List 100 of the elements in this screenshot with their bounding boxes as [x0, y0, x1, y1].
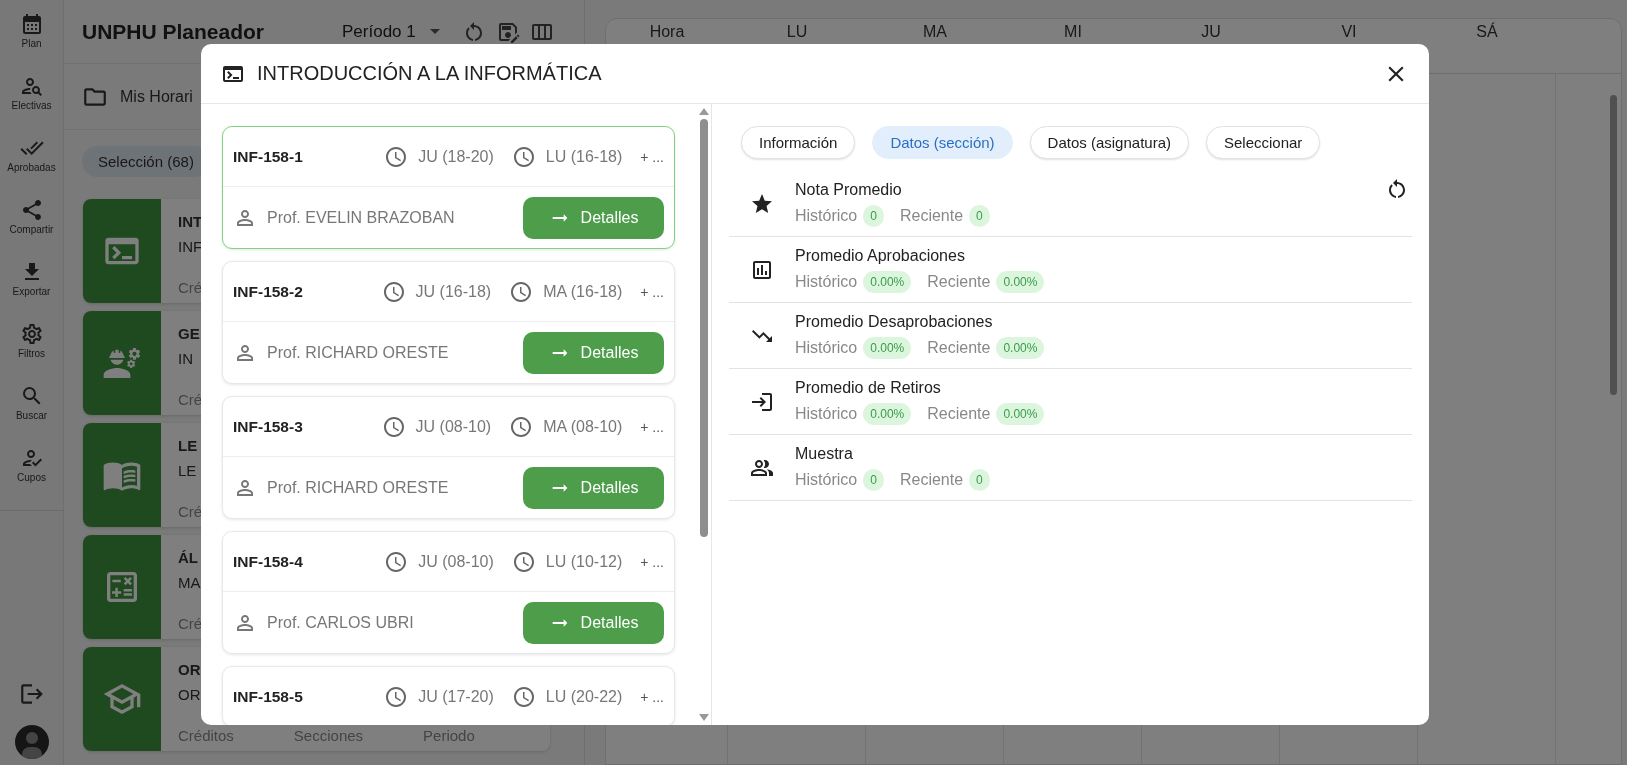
- clock-icon: [381, 414, 406, 439]
- course-meta: Cré: [178, 615, 203, 632]
- details-button[interactable]: Detalles: [523, 331, 664, 374]
- stat-label: Histórico: [795, 470, 858, 489]
- day-header: JU: [1201, 23, 1221, 41]
- clock-icon: [384, 144, 409, 169]
- course-code: MA: [178, 574, 201, 591]
- stat-badge: 0: [863, 204, 884, 227]
- folder-label[interactable]: Mis Horari: [120, 87, 193, 106]
- stat-badge: 0: [863, 468, 884, 491]
- schedule-time: LU (10-12): [545, 552, 623, 571]
- course-code: OR: [178, 686, 201, 703]
- day-header: SÁ: [1476, 23, 1498, 41]
- stat-label: Histórico: [795, 404, 858, 423]
- stat-badge: 0.00%: [996, 336, 1045, 359]
- section-code: INF-158-3: [233, 417, 304, 436]
- tab[interactable]: Información: [741, 126, 856, 159]
- section-card[interactable]: INF-158-5 JU (17-20) LU (20-22) + ...: [222, 666, 675, 725]
- clock-icon: [511, 144, 536, 169]
- section-card[interactable]: INF-158-1 JU (18-20) LU (16-18) + ... Prof. EVELIN BRAZOBAN Detalles: [222, 126, 675, 249]
- rail-item[interactable]: Plan: [0, 12, 64, 74]
- stat-badge: 0: [969, 468, 990, 491]
- schedule-time: LU (16-18): [545, 147, 623, 166]
- clock-icon: [381, 279, 406, 304]
- clock-icon: [384, 549, 409, 574]
- course-meta: Periodo: [423, 727, 475, 744]
- stat-badge: 0.00%: [863, 402, 912, 425]
- stat-label: Histórico: [795, 338, 858, 357]
- schedule-time: JU (17-20): [418, 687, 494, 706]
- section-card[interactable]: INF-158-2 JU (16-18) MA (16-18) + ... Prof. RICHARD ORESTE Detalles: [222, 261, 675, 384]
- stat-label: Reciente: [899, 206, 964, 225]
- rail-item[interactable]: Buscar: [0, 384, 64, 446]
- avatar[interactable]: [14, 725, 49, 759]
- settings-icon: [19, 322, 44, 346]
- stat-badge: 0.00%: [863, 336, 912, 359]
- day-header: MA: [923, 23, 947, 41]
- tab[interactable]: Datos (asignatura): [1029, 126, 1189, 159]
- section-card[interactable]: INF-158-4 JU (08-10) LU (10-12) + ... Prof. CARLOS UBRI Detalles: [222, 531, 675, 654]
- modal-title: INTRODUCCIÓN A LA INFORMÁTICA: [257, 62, 603, 85]
- stat-badge: 0: [969, 204, 990, 227]
- clock-icon: [511, 684, 536, 709]
- logout-icon[interactable]: [18, 681, 45, 707]
- stat-label: Reciente: [927, 404, 991, 423]
- more-text: + ...: [640, 283, 664, 300]
- professor-name: Prof. EVELIN BRAZOBAN: [267, 208, 456, 227]
- caret-icon: [429, 29, 440, 34]
- course-title: GE: [178, 325, 200, 342]
- rail-item[interactable]: Aprobadas: [0, 136, 64, 198]
- section-code: INF-158-4: [233, 552, 304, 571]
- course-meta: Secciones: [293, 727, 364, 744]
- day-header: LU: [786, 23, 808, 41]
- rail-item[interactable]: Filtros: [0, 322, 64, 384]
- clock-icon: [384, 684, 409, 709]
- course-meta: Cré: [178, 279, 203, 296]
- clock-icon: [509, 279, 534, 304]
- period-select[interactable]: Período 1: [342, 21, 440, 42]
- day-header: MI: [1064, 23, 1082, 41]
- stat-badge: 0.00%: [996, 270, 1045, 293]
- rail-item[interactable]: Compartir: [0, 198, 64, 260]
- more-text: + ...: [640, 418, 664, 435]
- schedule-time: MA (16-18): [543, 282, 623, 301]
- details-button[interactable]: Detalles: [523, 466, 664, 509]
- tab[interactable]: Seleccionar: [1206, 126, 1321, 159]
- course-meta: Créditos: [178, 727, 234, 744]
- schedule-time: LU (20-22): [545, 687, 623, 706]
- rail-item[interactable]: Electivas: [0, 74, 64, 136]
- rail-item[interactable]: Cupos: [0, 446, 64, 508]
- stat-title: Promedio de Retiros: [795, 378, 942, 397]
- stat-title: Promedio Desaprobaciones: [795, 312, 994, 331]
- course-meta: Cré: [178, 503, 203, 520]
- stat-label: Reciente: [927, 272, 991, 291]
- stat-label: Histórico: [795, 206, 858, 225]
- stat-label: Reciente: [899, 470, 964, 489]
- course-title: LE: [178, 437, 198, 454]
- stat-badge: 0.00%: [996, 402, 1045, 425]
- clock-icon: [511, 549, 536, 574]
- course-title: INT: [178, 213, 203, 230]
- section-code: INF-158-1: [233, 147, 304, 166]
- course-title: ÁL: [178, 549, 198, 566]
- stat-title: Nota Promedio: [795, 180, 903, 199]
- section-code: INF-158-5: [233, 687, 304, 706]
- more-text: + ...: [640, 688, 664, 705]
- details-button[interactable]: Detalles: [523, 601, 664, 644]
- section-code: INF-158-2: [233, 282, 304, 301]
- course-meta: Cré: [178, 391, 203, 408]
- section-card[interactable]: INF-158-3 JU (08-10) MA (08-10) + ... Prof. RICHARD ORESTE Detalles: [222, 396, 675, 519]
- stat-title: Muestra: [795, 444, 854, 463]
- course-code: INF: [178, 238, 203, 255]
- rail-item[interactable]: Exportar: [0, 260, 64, 322]
- course-title: OR: [178, 661, 201, 678]
- tab[interactable]: Datos (sección): [872, 126, 1013, 159]
- details-button[interactable]: Detalles: [523, 196, 664, 239]
- professor-name: Prof. RICHARD ORESTE: [267, 478, 450, 497]
- clock-icon: [509, 414, 534, 439]
- schedule-time: JU (18-20): [418, 147, 494, 166]
- course-code: LE: [178, 462, 197, 479]
- more-text: + ...: [640, 553, 664, 570]
- stat-title: Promedio Aprobaciones: [795, 246, 966, 265]
- professor-name: Prof. CARLOS UBRI: [267, 613, 415, 632]
- schedule-time: MA (08-10): [543, 417, 623, 436]
